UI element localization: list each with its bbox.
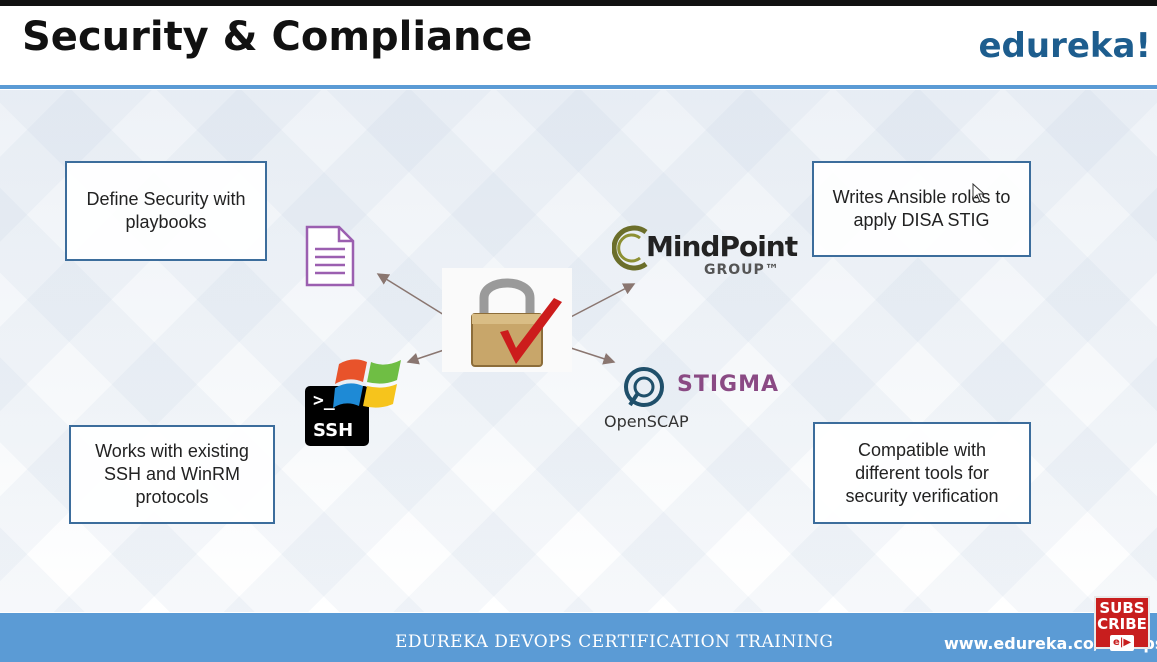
ssh-label: SSH xyxy=(313,420,354,441)
windows-logo-icon xyxy=(333,359,401,408)
mindpoint-group: GROUP™ xyxy=(704,262,780,278)
mindpoint-logo: MindPoint GROUP™ xyxy=(612,222,798,284)
footer-training-title: EDUREKA DEVOPS CERTIFICATION TRAINING xyxy=(395,632,834,652)
mindpoint-name: MindPoint xyxy=(646,230,798,263)
openscap-logo xyxy=(624,367,664,407)
subscribe-label-line1: SUBS xyxy=(1099,599,1145,617)
stigma-logo-text: STIGMA xyxy=(677,372,780,397)
document-icon xyxy=(305,225,355,287)
subscribe-label-line2: CRIBE xyxy=(1097,615,1147,633)
padlock-check-icon xyxy=(442,268,572,372)
openscap-label: OpenSCAP xyxy=(604,412,689,431)
mouse-cursor-icon xyxy=(972,183,986,203)
subscribe-channel-logo: e|▶ xyxy=(1109,635,1135,651)
connector-arrows xyxy=(376,273,636,365)
subscribe-button[interactable]: SUBS CRIBE e|▶ xyxy=(1094,596,1150,651)
ssh-prompt-glyph: >_ xyxy=(313,390,335,411)
